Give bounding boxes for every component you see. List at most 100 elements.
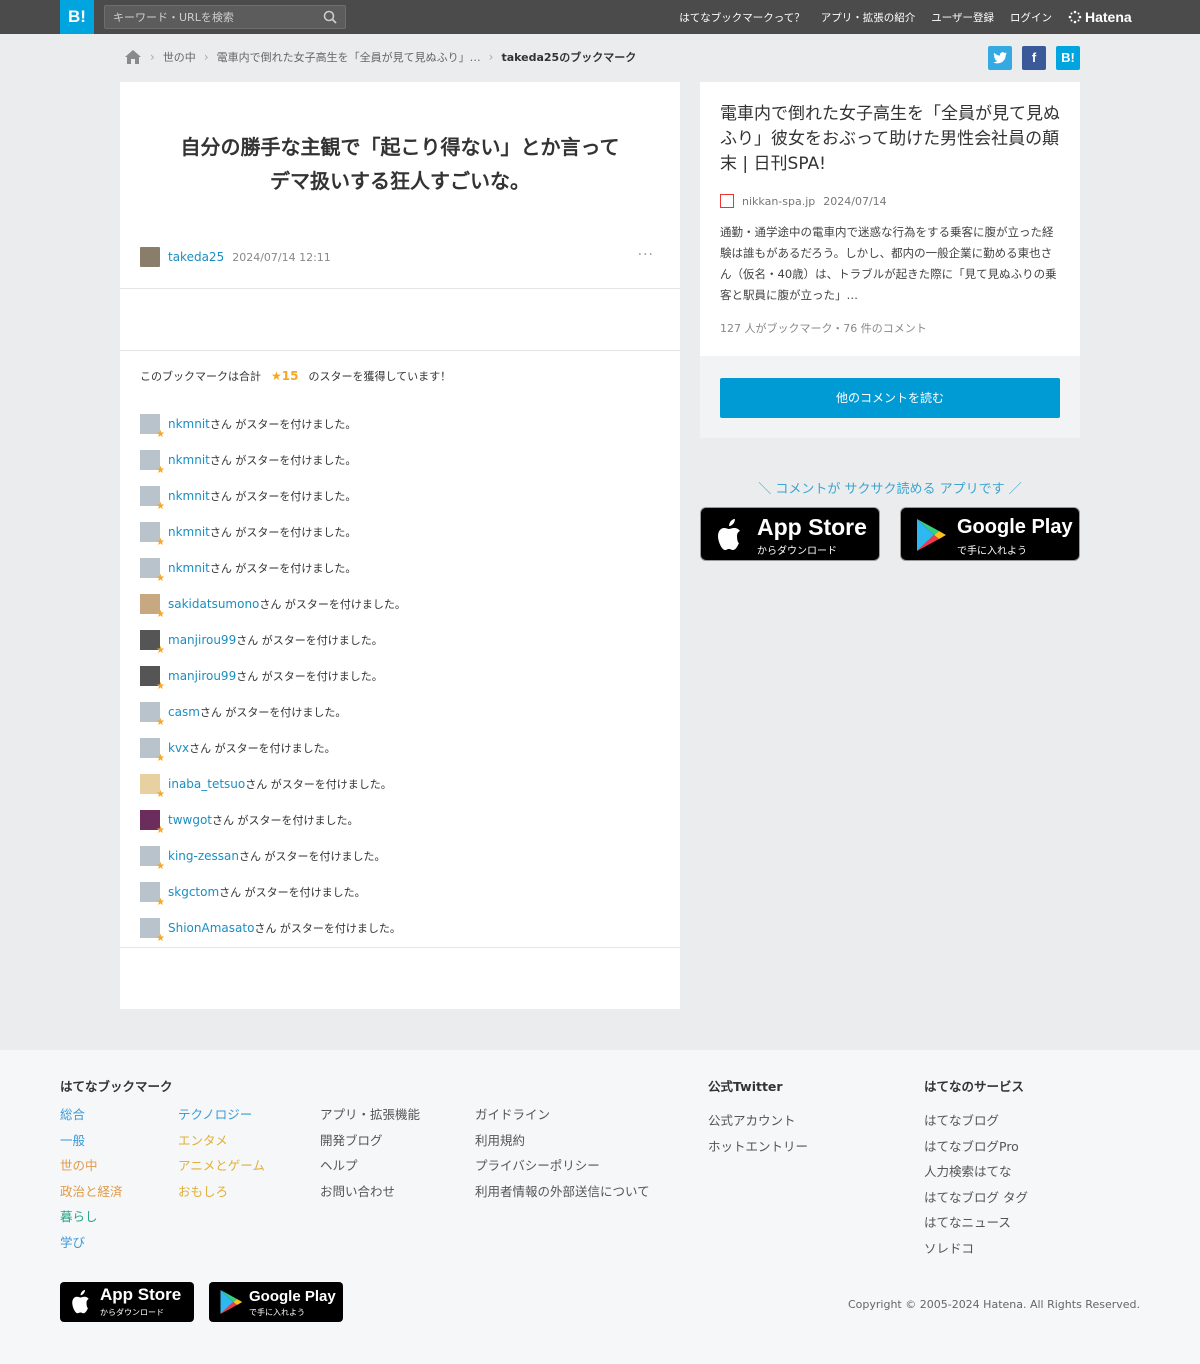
avatar[interactable]: ★ (140, 774, 165, 800)
star-summary-prefix: このブックマークは合計 (140, 370, 261, 383)
star-user-link[interactable]: nkmnit (168, 561, 210, 575)
entry-counts[interactable]: 127 人がブックマーク・76 件のコメント (720, 320, 927, 336)
star-user-link[interactable]: kvx (168, 741, 189, 755)
star-user-link[interactable]: manjirou99 (168, 669, 236, 683)
star-user-link[interactable]: king-zessan (168, 849, 239, 863)
google-play-icon (220, 1290, 243, 1314)
footer-link-economics[interactable]: 政治と経済 (60, 1179, 123, 1205)
app-store-label: App Store (100, 1285, 182, 1304)
avatar[interactable]: ★ (140, 738, 165, 764)
footer-link-news[interactable]: はてなニュース (924, 1210, 1028, 1236)
breadcrumb-category[interactable]: 世の中 (163, 49, 196, 65)
avatar[interactable]: ★ (140, 558, 165, 584)
entry-title[interactable]: 電車内で倒れた女子高生を「全員が見て見ぬふり」彼女をおぶって助けた男性会社員の顛… (720, 102, 1064, 177)
breadcrumb-entry[interactable]: 電車内で倒れた女子高生を「全員が見て見ぬふり」… (217, 49, 481, 65)
entry-domain[interactable]: nikkan-spa.jp (742, 195, 815, 208)
footer-link-jinriki[interactable]: 人力検索はてな (924, 1159, 1028, 1185)
entry-card: 電車内で倒れた女子高生を「全員が見て見ぬふり」彼女をおぶって助けた男性会社員の顛… (700, 82, 1080, 438)
nav-login[interactable]: ログイン (1010, 10, 1052, 25)
twitter-share-button[interactable] (988, 46, 1012, 70)
footer-link-general2[interactable]: 一般 (60, 1128, 123, 1154)
footer-link-privacy[interactable]: プライバシーポリシー (475, 1153, 650, 1179)
footer-link-terms[interactable]: 利用規約 (475, 1128, 650, 1154)
footer-link-devblog[interactable]: 開発ブログ (320, 1128, 420, 1154)
read-comments-button[interactable]: 他のコメントを読む (720, 378, 1060, 418)
bookmark-user[interactable]: takeda25 (168, 250, 224, 264)
avatar[interactable]: ★ (140, 882, 165, 908)
star-user-link[interactable]: sakidatsumono (168, 597, 259, 611)
avatar[interactable]: ★ (140, 810, 165, 836)
footer: はてなブックマーク 総合 一般 世の中 政治と経済 暮らし 学び テクノロジー … (0, 1050, 1200, 1364)
star-user-link[interactable]: manjirou99 (168, 633, 236, 647)
footer-link-game[interactable]: アニメとゲーム (178, 1153, 265, 1179)
hatena-bookmark-logo[interactable]: B! (60, 0, 94, 34)
avatar[interactable]: ★ (140, 450, 165, 476)
footer-link-official-account[interactable]: 公式アカウント (708, 1108, 808, 1134)
bookmark-date[interactable]: 2024/07/14 12:11 (232, 251, 331, 264)
footer-link-help[interactable]: ヘルプ (320, 1153, 420, 1179)
nav-register[interactable]: ユーザー登録 (931, 10, 994, 25)
footer-link-knowledge[interactable]: 学び (60, 1230, 123, 1256)
star-user-link[interactable]: nkmnit (168, 417, 210, 431)
star-user-link[interactable]: nkmnit (168, 453, 210, 467)
facebook-share-button[interactable]: f (1022, 46, 1046, 70)
search-icon[interactable] (323, 10, 337, 24)
google-play-badge[interactable]: Google Play で手に入れよう (900, 507, 1080, 561)
star-user-link[interactable]: ShionAmasato (168, 921, 254, 935)
star-user-suffix: さん がスターを付けました。 (199, 706, 347, 719)
footer-link-fun[interactable]: おもしろ (178, 1179, 265, 1205)
star-user-suffix: さん がスターを付けました。 (238, 850, 386, 863)
star-user-link[interactable]: nkmnit (168, 489, 210, 503)
footer-link-contact[interactable]: お問い合わせ (320, 1179, 420, 1205)
avatar[interactable]: ★ (140, 702, 165, 728)
nav-about[interactable]: はてなブックマークって？ (679, 10, 804, 25)
star-user-link[interactable]: inaba_tetsuo (168, 777, 245, 791)
footer-link-hotentry[interactable]: ホットエントリー (708, 1134, 808, 1160)
footer-app-store-badge[interactable]: App Store からダウンロード (60, 1282, 194, 1322)
avatar[interactable]: ★ (140, 630, 165, 656)
star-summary: このブックマークは合計 ★15 のスターを獲得しています！ (140, 368, 451, 384)
star-list-item: ★ nkmnit さん がスターを付けました。 (140, 478, 660, 514)
star-user-link[interactable]: casm (168, 705, 200, 719)
avatar[interactable]: ★ (140, 594, 165, 620)
search-box[interactable] (104, 5, 346, 29)
bookmark-card: 自分の勝手な主観で「起こり得ない」とか言って デマ扱いする狂人すごいな。 tak… (120, 82, 680, 1009)
footer-link-general[interactable]: 総合 (60, 1102, 123, 1128)
app-store-label: App Store (757, 514, 867, 540)
footer-link-it[interactable]: テクノロジー (178, 1102, 265, 1128)
avatar[interactable]: ★ (140, 522, 165, 548)
footer-link-external-transmission[interactable]: 利用者情報の外部送信について (475, 1179, 650, 1205)
footer-link-blog[interactable]: はてなブログ (924, 1108, 1028, 1134)
star-user-link[interactable]: nkmnit (168, 525, 210, 539)
site-favicon-icon (720, 194, 734, 208)
more-menu-icon[interactable]: ··· (638, 247, 654, 263)
app-store-badge[interactable]: App Store からダウンロード (700, 507, 880, 561)
avatar[interactable]: ★ (140, 846, 165, 872)
avatar[interactable]: ★ (140, 486, 165, 512)
star-user-link[interactable]: twwgot (168, 813, 212, 827)
twitter-icon (993, 52, 1007, 64)
star-user-suffix: さん がスターを付けました。 (236, 670, 383, 683)
avatar[interactable]: ★ (140, 414, 165, 440)
avatar[interactable] (140, 247, 160, 267)
star-icon: ★ (156, 573, 165, 584)
footer-link-entertainment[interactable]: エンタメ (178, 1128, 265, 1154)
footer-link-guideline[interactable]: ガイドライン (475, 1102, 650, 1128)
footer-link-blog-tags[interactable]: はてなブログ タグ (924, 1185, 1028, 1211)
star-user-link[interactable]: skgctom (168, 885, 219, 899)
search-input[interactable] (105, 6, 315, 28)
avatar[interactable]: ★ (140, 918, 165, 944)
footer-link-social[interactable]: 世の中 (60, 1153, 123, 1179)
top-bar: B! はてなブックマークって？ アプリ・拡張の紹介 ユーザー登録 ログイン Ha… (0, 0, 1200, 34)
footer-link-life[interactable]: 暮らし (60, 1204, 123, 1230)
nav-apps[interactable]: アプリ・拡張の紹介 (821, 10, 916, 25)
hatena-brand[interactable]: Hatena (1068, 0, 1132, 34)
footer-link-soredoko[interactable]: ソレドコ (924, 1236, 1028, 1262)
footer-link-apps[interactable]: アプリ・拡張機能 (320, 1102, 420, 1128)
avatar[interactable]: ★ (140, 666, 165, 692)
star-user-suffix: さん がスターを付けました。 (219, 886, 366, 899)
home-icon[interactable] (124, 49, 142, 65)
hatena-share-button[interactable]: B! (1056, 46, 1080, 70)
footer-google-play-badge[interactable]: Google Play で手に入れよう (209, 1282, 343, 1322)
footer-link-blog-pro[interactable]: はてなブログPro (924, 1134, 1028, 1160)
